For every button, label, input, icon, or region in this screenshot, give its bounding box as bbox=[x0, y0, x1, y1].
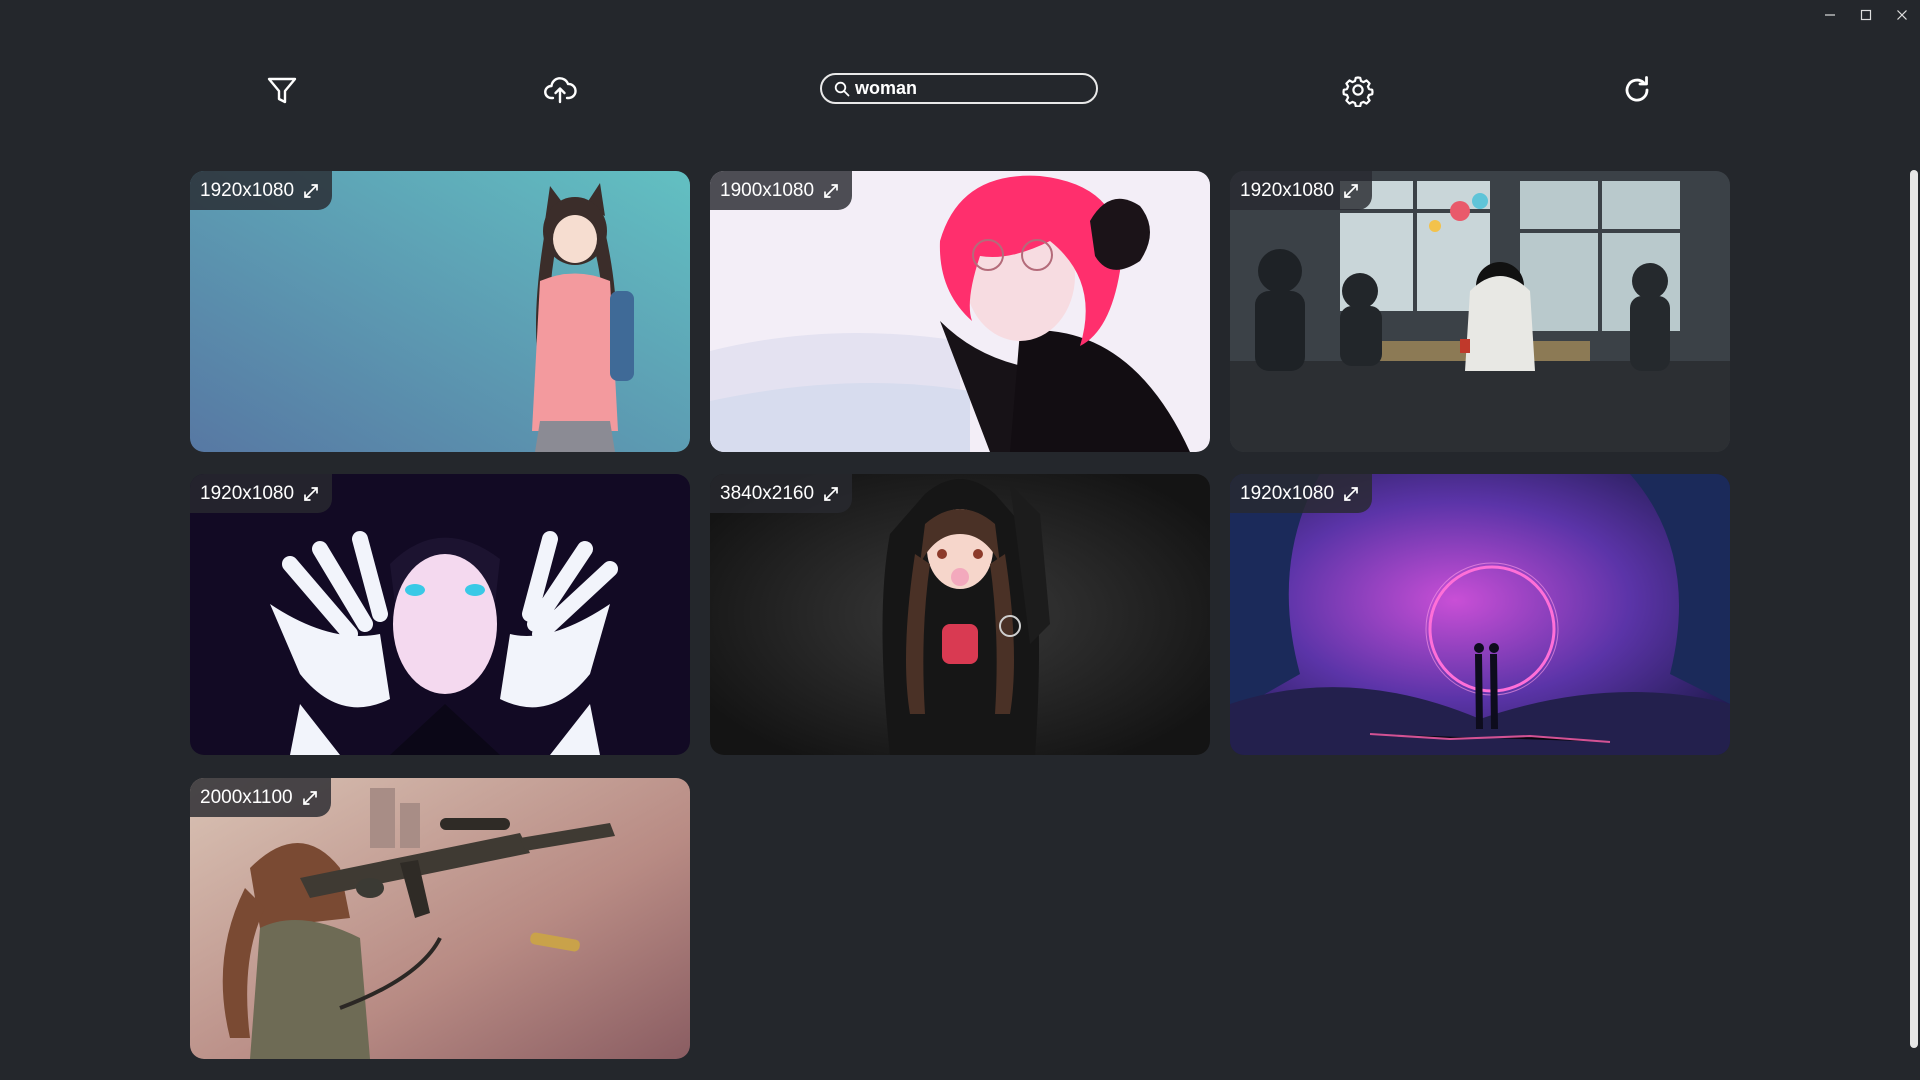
expand-icon[interactable] bbox=[302, 182, 320, 200]
window-controls bbox=[1812, 0, 1920, 30]
expand-icon[interactable] bbox=[1342, 182, 1360, 200]
maximize-button[interactable] bbox=[1848, 0, 1884, 30]
refresh-icon bbox=[1625, 76, 1649, 102]
expand-icon[interactable] bbox=[822, 182, 840, 200]
wallpaper-thumbnail bbox=[710, 474, 1210, 755]
filter-icon bbox=[267, 77, 297, 104]
resolution-label: 1920x1080 bbox=[1240, 179, 1335, 201]
wallpaper-thumbnail bbox=[1230, 171, 1730, 452]
resolution-label: 1920x1080 bbox=[200, 179, 295, 201]
maximize-icon bbox=[1860, 9, 1872, 21]
wallpaper-thumbnail bbox=[190, 171, 690, 452]
resolution-label: 2000x1100 bbox=[200, 786, 293, 808]
wallpaper-card[interactable]: 1920x1080 bbox=[190, 171, 690, 452]
resolution-badge: 1920x1080 bbox=[1230, 474, 1373, 513]
upload-button[interactable] bbox=[540, 70, 580, 110]
resolution-badge: 1900x1080 bbox=[710, 171, 853, 210]
wallpaper-card[interactable]: 3840x2160 bbox=[710, 474, 1210, 755]
close-button[interactable] bbox=[1884, 0, 1920, 30]
resolution-badge: 3840x2160 bbox=[710, 474, 853, 513]
settings-button[interactable] bbox=[1338, 70, 1378, 110]
refresh-button[interactable] bbox=[1617, 70, 1657, 110]
search-input[interactable] bbox=[855, 78, 1075, 99]
search-box[interactable] bbox=[820, 73, 1098, 104]
minimize-icon bbox=[1825, 14, 1835, 16]
wallpaper-thumbnail bbox=[190, 778, 690, 1059]
wallpaper-thumbnail bbox=[1230, 474, 1730, 755]
wallpaper-card[interactable]: 1900x1080 bbox=[710, 171, 1210, 452]
expand-icon[interactable] bbox=[302, 485, 320, 503]
expand-icon[interactable] bbox=[822, 485, 840, 503]
scrollbar-thumb[interactable] bbox=[1910, 170, 1918, 1048]
expand-icon[interactable] bbox=[301, 789, 319, 807]
vertical-scrollbar[interactable] bbox=[1910, 170, 1920, 1048]
wallpaper-thumbnail bbox=[190, 474, 690, 755]
expand-icon[interactable] bbox=[1342, 485, 1360, 503]
resolution-badge: 2000x1100 bbox=[190, 778, 331, 817]
resolution-badge: 1920x1080 bbox=[1230, 171, 1373, 210]
resolution-label: 1920x1080 bbox=[200, 482, 295, 504]
toolbar bbox=[0, 70, 1920, 110]
resolution-label: 3840x2160 bbox=[720, 482, 815, 504]
search-icon bbox=[834, 81, 850, 96]
wallpaper-card[interactable]: 1920x1080 bbox=[1230, 171, 1730, 452]
wallpaper-card[interactable]: 1920x1080 bbox=[190, 474, 690, 755]
resolution-badge: 1920x1080 bbox=[190, 474, 333, 513]
minimize-button[interactable] bbox=[1812, 0, 1848, 30]
cloud-upload-icon bbox=[544, 77, 577, 104]
resolution-badge: 1920x1080 bbox=[190, 171, 333, 210]
close-icon bbox=[1897, 10, 1907, 20]
wallpaper-thumbnail bbox=[710, 171, 1210, 452]
wallpaper-card[interactable]: 1920x1080 bbox=[1230, 474, 1730, 755]
wallpaper-card[interactable]: 2000x1100 bbox=[190, 778, 690, 1059]
filter-button[interactable] bbox=[262, 70, 302, 110]
resolution-label: 1920x1080 bbox=[1240, 482, 1335, 504]
resolution-label: 1900x1080 bbox=[720, 179, 815, 201]
settings-gear-icon bbox=[1342, 76, 1374, 107]
